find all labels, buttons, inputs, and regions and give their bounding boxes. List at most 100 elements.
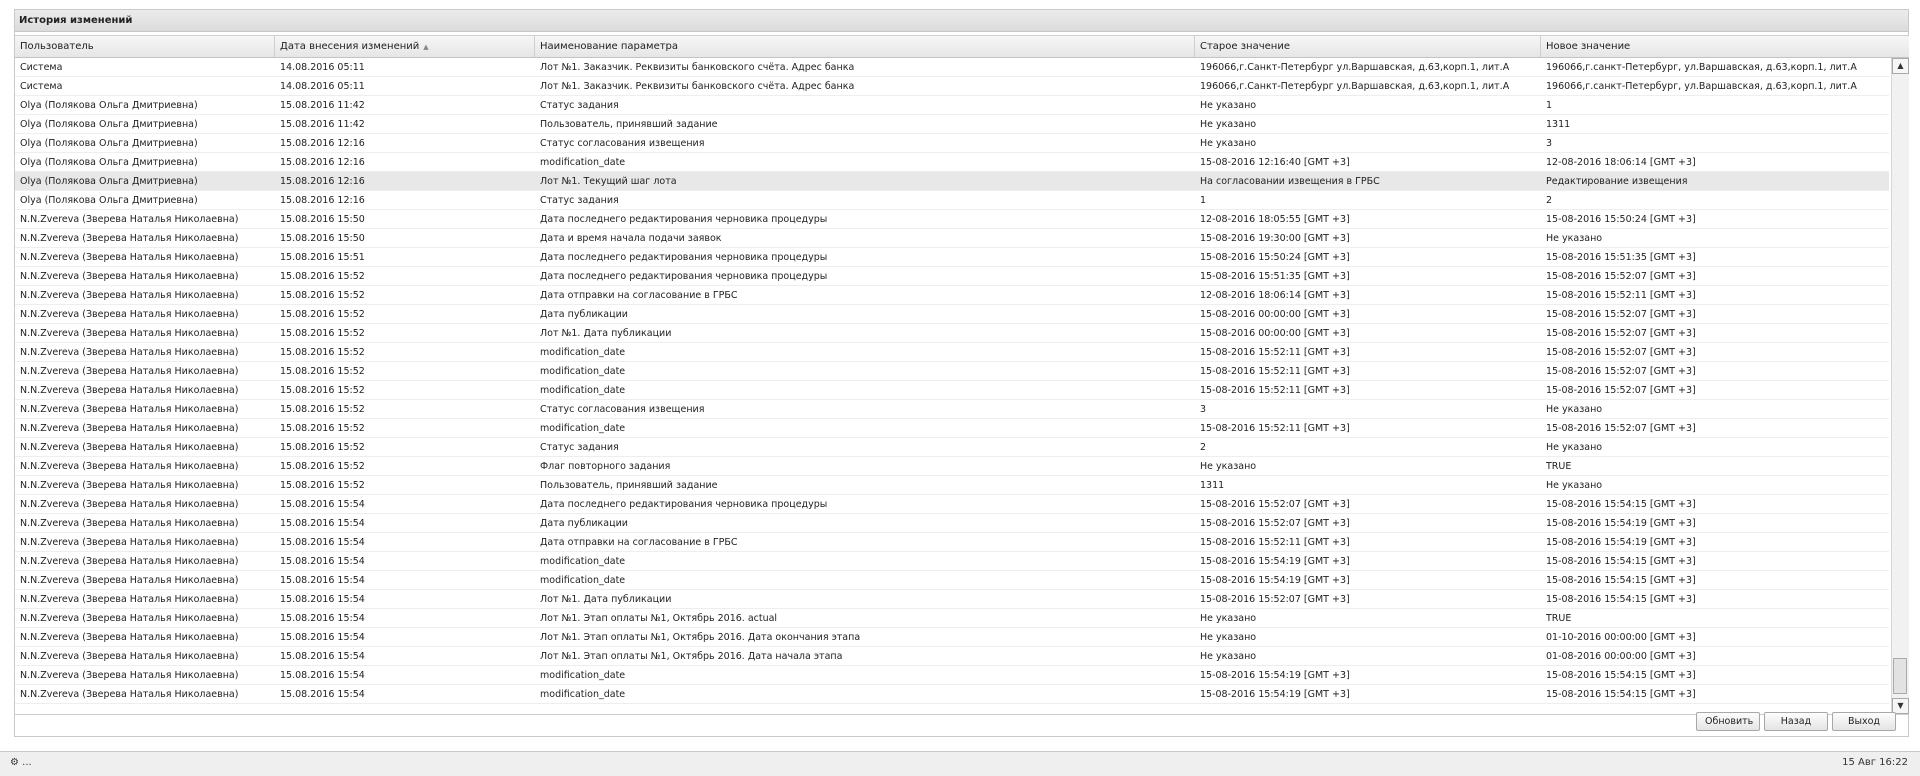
- cell-old-value: 15-08-2016 15:50:24 [GMT +3]: [1200, 252, 1350, 263]
- scroll-thumb[interactable]: [1893, 658, 1907, 694]
- cell-user: N.N.Zvereva (Зверева Наталья Николаевна): [20, 518, 239, 529]
- table-row[interactable]: N.N.Zvereva (Зверева Наталья Николаевна)…: [15, 514, 1889, 533]
- cell-old-value: 15-08-2016 19:30:00 [GMT +3]: [1200, 233, 1350, 244]
- table-row[interactable]: N.N.Zvereva (Зверева Наталья Николаевна)…: [15, 267, 1889, 286]
- cell-old-value: 12-08-2016 18:05:55 [GMT +3]: [1200, 214, 1350, 225]
- column-header-new-value[interactable]: Новое значение: [1541, 36, 1909, 57]
- table-row[interactable]: N.N.Zvereva (Зверева Наталья Николаевна)…: [15, 457, 1889, 476]
- cell-user: Olya (Полякова Ольга Дмитриевна): [20, 119, 198, 130]
- history-grid: Пользователь Дата внесения изменений ▲ На…: [15, 35, 1909, 715]
- cell-user: N.N.Zvereva (Зверева Наталья Николаевна): [20, 404, 239, 415]
- table-row[interactable]: Olya (Полякова Ольга Дмитриевна) 15.08.20…: [15, 191, 1889, 210]
- table-row[interactable]: N.N.Zvereva (Зверева Наталья Николаевна)…: [15, 362, 1889, 381]
- table-row[interactable]: N.N.Zvereva (Зверева Наталья Николаевна)…: [15, 381, 1889, 400]
- cell-new-value: Не указано: [1546, 404, 1603, 415]
- table-row[interactable]: N.N.Zvereva (Зверева Наталья Николаевна)…: [15, 666, 1889, 685]
- cell-date: 15.08.2016 11:42: [280, 100, 365, 111]
- table-row[interactable]: N.N.Zvereva (Зверева Наталья Николаевна)…: [15, 685, 1889, 704]
- table-row[interactable]: Система 14.08.2016 05:11 Лот №1. Заказчик.…: [15, 77, 1889, 96]
- cell-user: Система: [20, 62, 63, 73]
- cell-date: 15.08.2016 15:54: [280, 689, 365, 700]
- cell-old-value: 15-08-2016 15:54:19 [GMT +3]: [1200, 575, 1350, 586]
- table-row[interactable]: N.N.Zvereva (Зверева Наталья Николаевна)…: [15, 438, 1889, 457]
- cell-new-value: 15-08-2016 15:52:07 [GMT +3]: [1546, 385, 1696, 396]
- cell-old-value: 15-08-2016 00:00:00 [GMT +3]: [1200, 309, 1350, 320]
- cell-new-value: Не указано: [1546, 442, 1603, 453]
- table-row[interactable]: N.N.Zvereva (Зверева Наталья Николаевна)…: [15, 248, 1889, 267]
- cell-new-value: Редактирование извещения: [1546, 176, 1688, 187]
- cell-old-value: 15-08-2016 15:52:07 [GMT +3]: [1200, 594, 1350, 605]
- cell-new-value: 15-08-2016 15:50:24 [GMT +3]: [1546, 214, 1696, 225]
- cell-old-value: 15-08-2016 12:16:40 [GMT +3]: [1200, 157, 1350, 168]
- cell-parameter: Лот №1. Этап оплаты №1, Октябрь 2016. Да…: [540, 632, 861, 643]
- table-row[interactable]: Olya (Полякова Ольга Дмитриевна) 15.08.20…: [15, 115, 1889, 134]
- table-row[interactable]: N.N.Zvereva (Зверева Наталья Николаевна)…: [15, 343, 1889, 362]
- vertical-scrollbar[interactable]: ▲ ▼: [1891, 58, 1909, 714]
- cell-user: N.N.Zvereva (Зверева Наталья Николаевна): [20, 233, 239, 244]
- cell-parameter: Дата последнего редактирования черновика…: [540, 499, 828, 510]
- column-header-user[interactable]: Пользователь: [15, 36, 275, 57]
- cell-parameter: Лот №1. Заказчик. Реквизиты банковского …: [540, 62, 855, 73]
- cell-parameter: modification_date: [540, 670, 626, 681]
- status-clock: 15 Авг 16:22: [1842, 757, 1908, 768]
- cell-parameter: modification_date: [540, 556, 626, 567]
- cell-new-value: 15-08-2016 15:54:15 [GMT +3]: [1546, 499, 1696, 510]
- cell-parameter: Флаг повторного задания: [540, 461, 671, 472]
- window-title: История изменений: [15, 10, 1908, 32]
- table-row[interactable]: Система 14.08.2016 05:11 Лот №1. Заказчик.…: [15, 58, 1889, 77]
- arrow-up-icon[interactable]: ▲: [1892, 58, 1909, 74]
- cell-old-value: Не указано: [1200, 461, 1257, 472]
- cell-old-value: 15-08-2016 00:00:00 [GMT +3]: [1200, 328, 1350, 339]
- cell-user: Olya (Полякова Ольга Дмитриевна): [20, 176, 198, 187]
- refresh-button[interactable]: Обновить: [1696, 712, 1760, 731]
- table-row[interactable]: Olya (Полякова Ольга Дмитриевна) 15.08.20…: [15, 134, 1889, 153]
- table-row[interactable]: N.N.Zvereva (Зверева Наталья Николаевна)…: [15, 229, 1889, 248]
- table-row[interactable]: N.N.Zvereva (Зверева Наталья Николаевна)…: [15, 400, 1889, 419]
- table-row[interactable]: N.N.Zvereva (Зверева Наталья Николаевна)…: [15, 609, 1889, 628]
- cell-old-value: 196066,г.Санкт-Петербург ул.Варшавская, …: [1200, 81, 1510, 92]
- table-row[interactable]: N.N.Zvereva (Зверева Наталья Николаевна)…: [15, 571, 1889, 590]
- cell-old-value: 15-08-2016 15:52:07 [GMT +3]: [1200, 499, 1350, 510]
- table-row[interactable]: N.N.Zvereva (Зверева Наталья Николаевна)…: [15, 533, 1889, 552]
- table-row[interactable]: N.N.Zvereva (Зверева Наталья Николаевна)…: [15, 476, 1889, 495]
- table-row[interactable]: N.N.Zvereva (Зверева Наталья Николаевна)…: [15, 495, 1889, 514]
- column-header-date[interactable]: Дата внесения изменений ▲: [275, 36, 535, 57]
- cell-parameter: Дата последнего редактирования черновика…: [540, 271, 828, 282]
- cell-new-value: 15-08-2016 15:54:15 [GMT +3]: [1546, 594, 1696, 605]
- cell-new-value: 15-08-2016 15:54:15 [GMT +3]: [1546, 575, 1696, 586]
- table-row[interactable]: N.N.Zvereva (Зверева Наталья Николаевна)…: [15, 286, 1889, 305]
- table-row[interactable]: N.N.Zvereva (Зверева Наталья Николаевна)…: [15, 552, 1889, 571]
- cell-new-value: Не указано: [1546, 233, 1603, 244]
- cell-user: N.N.Zvereva (Зверева Наталья Николаевна): [20, 252, 239, 263]
- table-row[interactable]: N.N.Zvereva (Зверева Наталья Николаевна)…: [15, 324, 1889, 343]
- table-row[interactable]: N.N.Zvereva (Зверева Наталья Николаевна)…: [15, 210, 1889, 229]
- table-row[interactable]: N.N.Zvereva (Зверева Наталья Николаевна)…: [15, 590, 1889, 609]
- table-row[interactable]: N.N.Zvereva (Зверева Наталья Николаевна)…: [15, 647, 1889, 666]
- column-header-parameter[interactable]: Наименование параметра: [535, 36, 1195, 57]
- cell-parameter: Дата отправки на согласование в ГРБС: [540, 290, 738, 301]
- cell-old-value: 15-08-2016 15:52:11 [GMT +3]: [1200, 366, 1350, 377]
- cell-old-value: 15-08-2016 15:54:19 [GMT +3]: [1200, 556, 1350, 567]
- cell-new-value: TRUE: [1546, 613, 1572, 624]
- table-row[interactable]: N.N.Zvereva (Зверева Наталья Николаевна)…: [15, 628, 1889, 647]
- cell-new-value: 15-08-2016 15:52:07 [GMT +3]: [1546, 309, 1696, 320]
- cell-parameter: Дата последнего редактирования черновика…: [540, 214, 828, 225]
- cell-new-value: 15-08-2016 15:52:11 [GMT +3]: [1546, 290, 1696, 301]
- cell-user: N.N.Zvereva (Зверева Наталья Николаевна): [20, 537, 239, 548]
- exit-button[interactable]: Выход: [1832, 712, 1896, 731]
- status-left: ⚙ ...: [10, 757, 32, 768]
- back-button[interactable]: Назад: [1764, 712, 1828, 731]
- cell-date: 15.08.2016 15:54: [280, 556, 365, 567]
- table-row[interactable]: N.N.Zvereva (Зверева Наталья Николаевна)…: [15, 305, 1889, 324]
- table-row[interactable]: N.N.Zvereva (Зверева Наталья Николаевна)…: [15, 419, 1889, 438]
- table-row[interactable]: Olya (Полякова Ольга Дмитриевна) 15.08.20…: [15, 153, 1889, 172]
- table-row[interactable]: Olya (Полякова Ольга Дмитриевна) 15.08.20…: [15, 96, 1889, 115]
- cell-new-value: 01-10-2016 00:00:00 [GMT +3]: [1546, 632, 1696, 643]
- cell-new-value: 1311: [1546, 119, 1571, 130]
- cell-user: Olya (Полякова Ольга Дмитриевна): [20, 157, 198, 168]
- cell-user: Olya (Полякова Ольга Дмитриевна): [20, 195, 198, 206]
- table-row[interactable]: Olya (Полякова Ольга Дмитриевна) 15.08.20…: [15, 172, 1889, 191]
- cell-user: Olya (Полякова Ольга Дмитриевна): [20, 138, 198, 149]
- cell-user: N.N.Zvereva (Зверева Наталья Николаевна): [20, 670, 239, 681]
- column-header-old-value[interactable]: Старое значение: [1195, 36, 1541, 57]
